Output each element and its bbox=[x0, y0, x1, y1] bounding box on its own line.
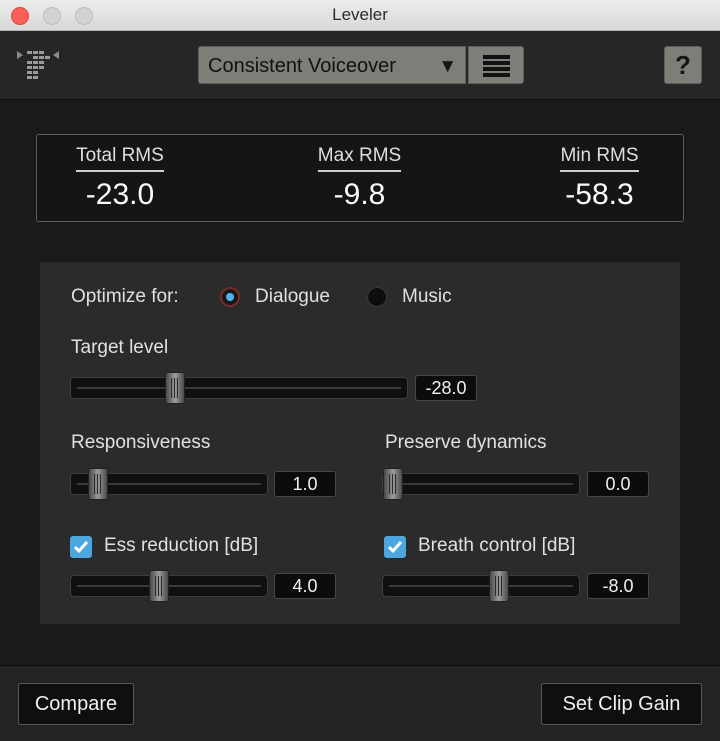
ess-reduction-checkbox[interactable] bbox=[70, 536, 92, 558]
ess-reduction-value[interactable]: 4.0 bbox=[274, 573, 336, 599]
min-rms-value: -58.3 bbox=[565, 178, 634, 211]
checkmark-icon bbox=[387, 541, 403, 554]
min-rms: Min RMS -58.3 bbox=[547, 145, 652, 212]
ess-reduction-label[interactable]: Ess reduction [dB] bbox=[104, 535, 258, 557]
max-rms: Max RMS -9.8 bbox=[307, 145, 412, 212]
responsiveness-value[interactable]: 1.0 bbox=[274, 471, 336, 497]
total-rms-label: Total RMS bbox=[76, 145, 164, 172]
breath-control-value[interactable]: -8.0 bbox=[587, 573, 649, 599]
preserve-dynamics-slider-thumb[interactable] bbox=[382, 468, 403, 500]
preserve-dynamics-label: Preserve dynamics bbox=[385, 432, 547, 453]
radio-music-label[interactable]: Music bbox=[402, 286, 452, 308]
radio-dialogue[interactable] bbox=[220, 287, 240, 307]
help-button[interactable]: ? bbox=[664, 46, 702, 84]
radio-dialogue-label[interactable]: Dialogue bbox=[255, 286, 330, 308]
header-toolbar: Consistent Voiceover ▼ ? bbox=[0, 31, 720, 100]
preserve-dynamics-value[interactable]: 0.0 bbox=[587, 471, 649, 497]
total-rms-value: -23.0 bbox=[85, 178, 155, 211]
leveler-window: Leveler Consistent Voiceover ▼ ? Total R… bbox=[0, 0, 720, 741]
preset-menu-button[interactable] bbox=[468, 46, 524, 84]
preserve-dynamics-slider[interactable] bbox=[382, 468, 580, 500]
title-bar: Leveler bbox=[0, 0, 720, 31]
target-level-label: Target level bbox=[71, 337, 169, 358]
controls-panel: Optimize for: Dialogue Music Target leve… bbox=[40, 262, 680, 624]
breath-control-label[interactable]: Breath control [dB] bbox=[418, 535, 575, 557]
compare-button[interactable]: Compare bbox=[18, 683, 134, 725]
breath-control-slider-thumb[interactable] bbox=[488, 570, 509, 602]
responsiveness-label: Responsiveness bbox=[71, 432, 211, 453]
hamburger-list-icon bbox=[483, 55, 510, 77]
leveler-logo-icon bbox=[17, 51, 59, 79]
responsiveness-slider-thumb[interactable] bbox=[88, 468, 109, 500]
total-rms: Total RMS -23.0 bbox=[65, 145, 175, 212]
preset-label: Consistent Voiceover bbox=[208, 55, 396, 77]
target-level-value[interactable]: -28.0 bbox=[415, 375, 477, 401]
window-title: Leveler bbox=[332, 5, 388, 24]
checkmark-icon bbox=[73, 541, 89, 554]
set-clip-gain-button[interactable]: Set Clip Gain bbox=[541, 683, 702, 725]
min-rms-label: Min RMS bbox=[560, 145, 639, 172]
optimize-for-label: Optimize for: bbox=[71, 286, 179, 307]
ess-reduction-slider[interactable] bbox=[70, 570, 268, 602]
max-rms-value: -9.8 bbox=[333, 178, 386, 211]
radio-music[interactable] bbox=[367, 287, 387, 307]
target-level-slider-thumb[interactable] bbox=[165, 372, 186, 404]
breath-control-slider[interactable] bbox=[382, 570, 580, 602]
ess-reduction-slider-thumb[interactable] bbox=[149, 570, 170, 602]
footer-bar: Compare Set Clip Gain bbox=[0, 665, 720, 741]
max-rms-label: Max RMS bbox=[317, 145, 402, 172]
responsiveness-slider[interactable] bbox=[70, 468, 268, 500]
breath-control-checkbox[interactable] bbox=[384, 536, 406, 558]
chevron-down-icon: ▼ bbox=[438, 56, 457, 77]
target-level-slider[interactable] bbox=[70, 372, 408, 404]
preset-dropdown[interactable]: Consistent Voiceover ▼ bbox=[198, 46, 466, 84]
rms-readout-panel: Total RMS -23.0 Max RMS -9.8 Min RMS -58… bbox=[36, 134, 684, 222]
